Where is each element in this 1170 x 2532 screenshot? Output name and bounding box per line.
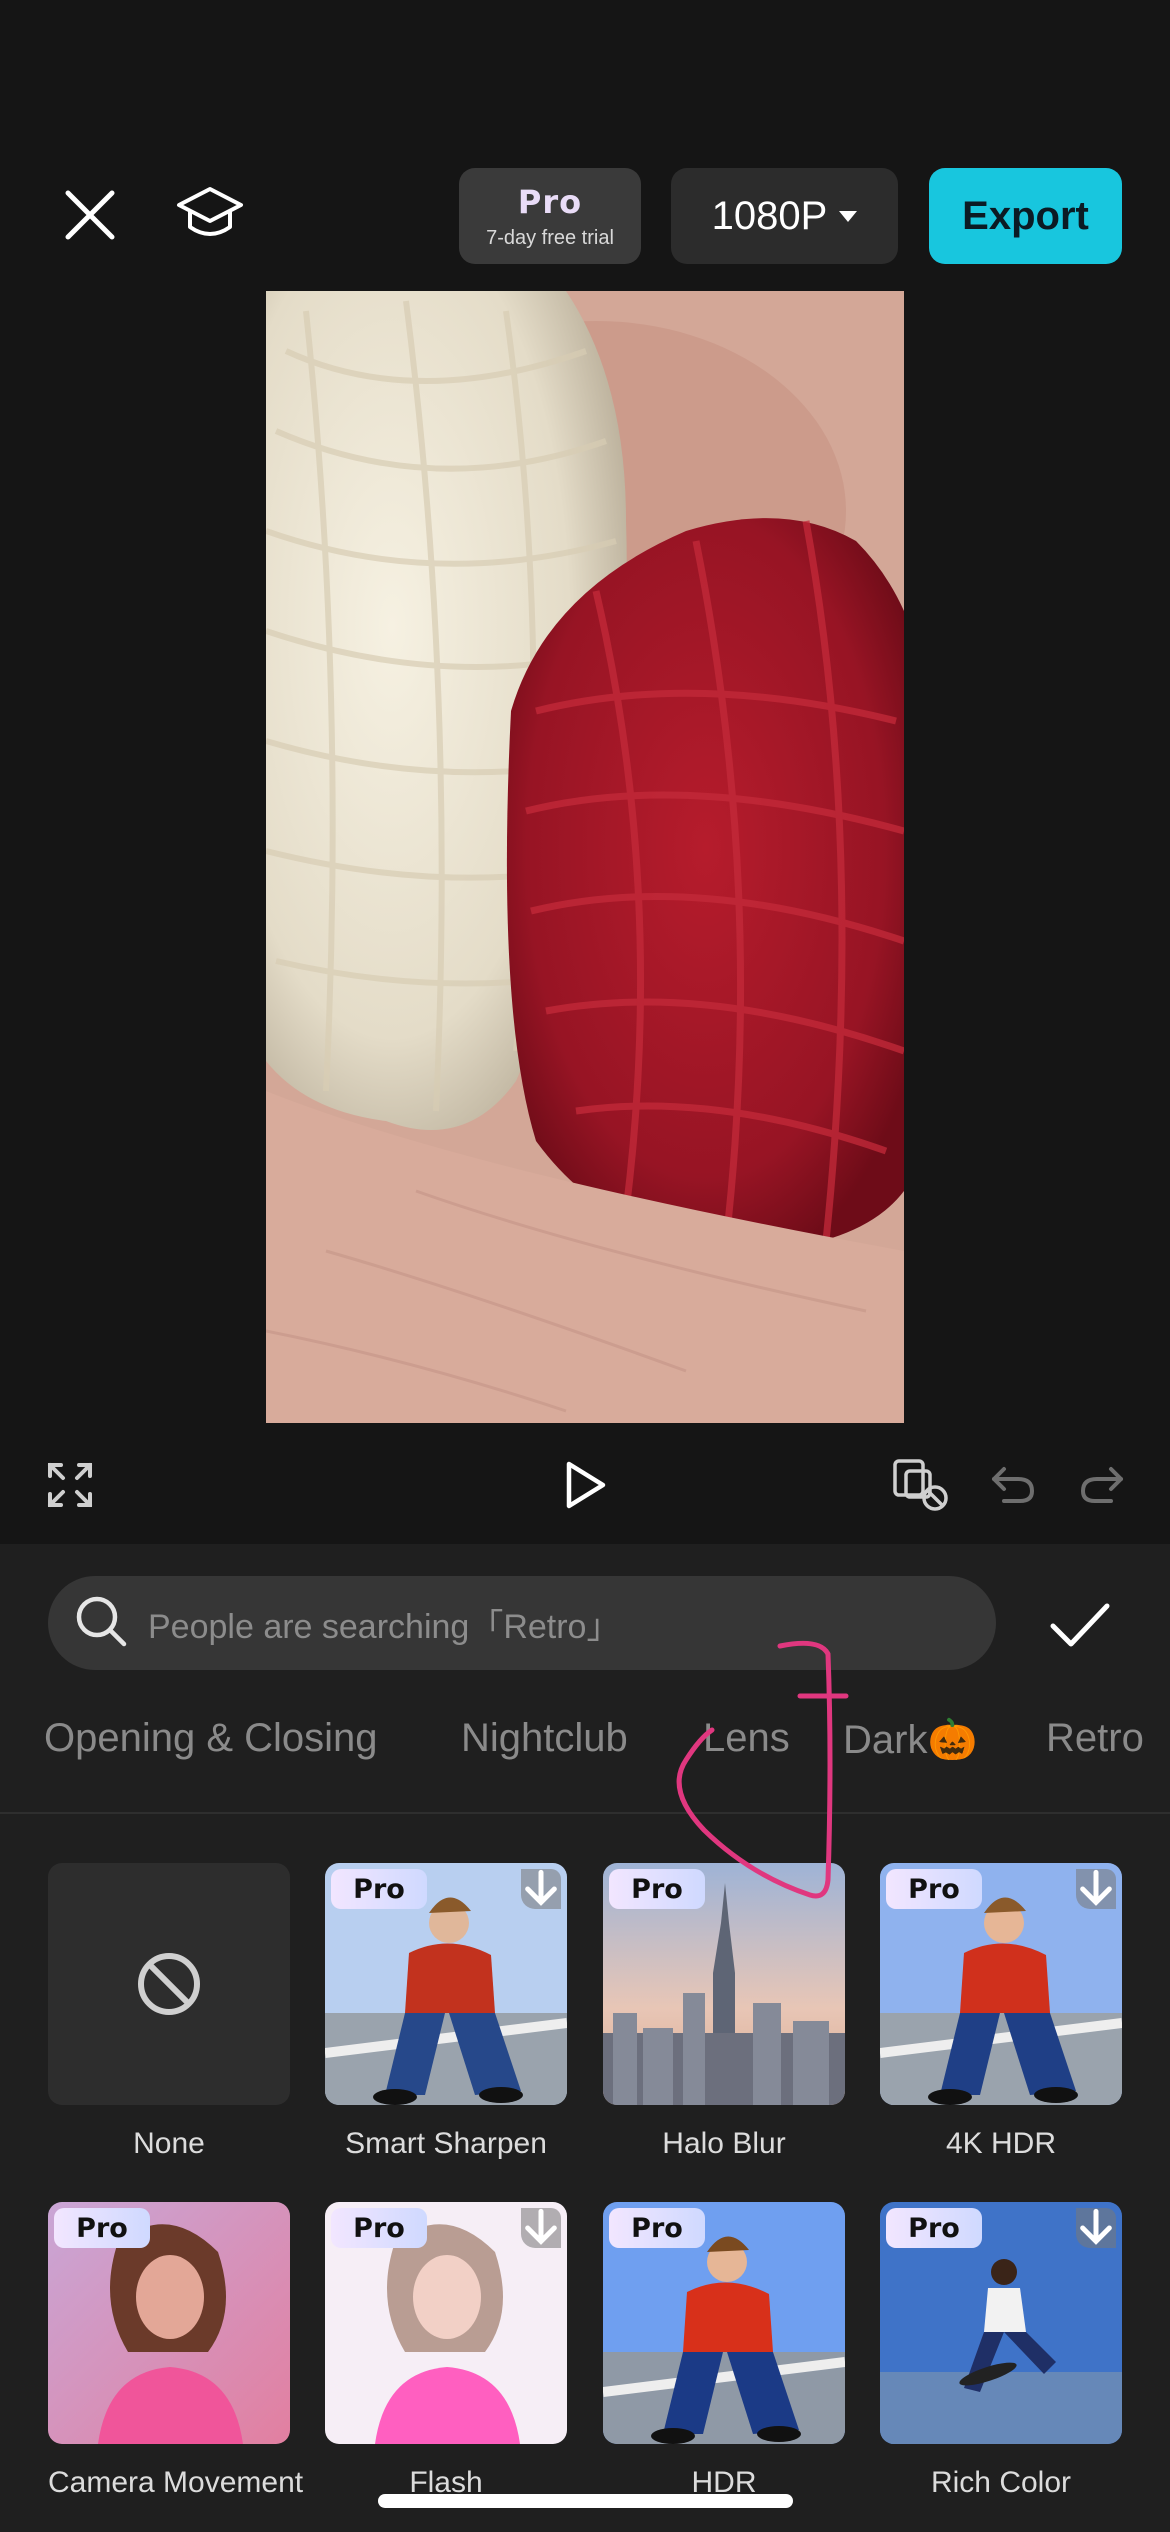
effect-label: Smart Sharpen <box>345 2127 547 2160</box>
pro-tag: Pro <box>886 1869 982 1909</box>
pro-label: Pro <box>517 182 583 221</box>
effect-item-hdr[interactable]: Pro HDR <box>603 2202 845 2500</box>
effect-item-4k-hdr[interactable]: Pro 4K HDR <box>880 1863 1122 2161</box>
effect-label: 4K HDR <box>945 2127 1057 2160</box>
effect-label: Rich Color <box>930 2466 1072 2499</box>
effect-thumbnail <box>48 1863 290 2105</box>
pro-tag: Pro <box>609 2208 705 2248</box>
redo-icon[interactable] <box>1072 1440 1132 1530</box>
download-icon[interactable] <box>521 1869 561 1909</box>
effect-thumbnail: Pro <box>325 2202 567 2444</box>
pro-tag: Pro <box>331 2208 427 2248</box>
tab-lens[interactable]: Lens <box>703 1716 790 1761</box>
close-icon[interactable] <box>50 175 130 255</box>
fullscreen-icon[interactable] <box>40 1440 100 1530</box>
effect-label: None <box>133 2127 205 2160</box>
pro-tag: Pro <box>609 1869 705 1909</box>
none-icon <box>138 1953 200 2015</box>
effect-label: Halo Blur <box>662 2127 786 2160</box>
tab-opening-closing[interactable]: Opening & Closing <box>44 1716 378 1761</box>
resolution-dropdown[interactable]: 1080P <box>671 168 898 264</box>
checkmark-icon[interactable] <box>1040 1592 1120 1658</box>
effect-thumbnail: Pro <box>603 1863 845 2105</box>
pro-tag: Pro <box>331 1869 427 1909</box>
pro-tag: Pro <box>54 2208 150 2248</box>
player-controls <box>0 1440 1170 1530</box>
effect-thumbnail: Pro <box>880 2202 1122 2444</box>
effect-item-camera-movement[interactable]: Pro Camera Movement <box>48 2202 304 2500</box>
graduation-cap-icon[interactable] <box>165 172 255 258</box>
effect-item-flash[interactable]: Pro Flash <box>325 2202 567 2500</box>
tab-nightclub[interactable]: Nightclub <box>461 1716 628 1761</box>
effect-item-halo-blur[interactable]: Pro Halo Blur <box>603 1863 845 2161</box>
effect-thumbnail: Pro <box>880 1863 1122 2105</box>
pro-tag: Pro <box>886 2208 982 2248</box>
effect-thumbnail: Pro <box>603 2202 845 2444</box>
effect-item-smart-sharpen[interactable]: Pro Smart Sharpen <box>325 1863 567 2161</box>
undo-icon[interactable] <box>983 1440 1043 1530</box>
effect-label: Camera Movement <box>48 2466 304 2499</box>
effect-thumbnail: Pro <box>48 2202 290 2444</box>
effect-item-none[interactable]: None <box>48 1863 290 2161</box>
play-icon[interactable] <box>550 1440 620 1530</box>
tabs-divider <box>0 1812 1170 1814</box>
home-indicator <box>378 2494 793 2508</box>
video-preview[interactable] <box>266 291 904 1423</box>
search-icon <box>74 1594 128 1653</box>
magic-edit-icon[interactable] <box>888 1440 954 1530</box>
search-input[interactable]: People are searching「Retro」 <box>148 1599 620 1648</box>
download-icon[interactable] <box>1076 2208 1116 2248</box>
resolution-value: 1080P <box>711 193 828 238</box>
pro-trial-button[interactable]: Pro 7-day free trial <box>459 168 641 264</box>
tab-retro[interactable]: Retro <box>1046 1716 1144 1761</box>
download-icon[interactable] <box>1076 1869 1116 1909</box>
top-bar: Pro 7-day free trial 1080P Export <box>0 0 1170 290</box>
download-icon[interactable] <box>521 2208 561 2248</box>
chevron-down-icon <box>839 210 858 222</box>
trial-label: 7-day free trial <box>486 226 614 249</box>
effect-thumbnail: Pro <box>325 1863 567 2105</box>
export-button[interactable]: Export <box>929 168 1122 264</box>
effect-item-rich-color[interactable]: Pro Rich Color <box>880 2202 1122 2500</box>
category-tabs: Opening & Closing Nightclub Lens Dark🎃 R… <box>0 1694 1170 1784</box>
search-bar[interactable]: People are searching「Retro」 <box>48 1576 996 1670</box>
tab-dark[interactable]: Dark🎃 <box>843 1716 977 1763</box>
